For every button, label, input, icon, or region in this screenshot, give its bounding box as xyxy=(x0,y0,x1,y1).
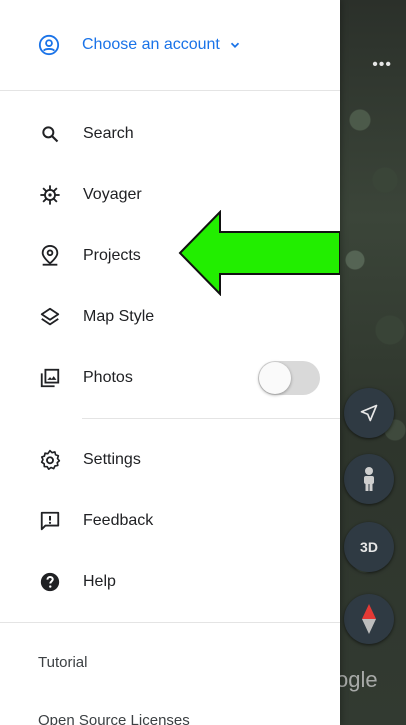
menu-item-feedback[interactable]: Feedback xyxy=(0,490,340,551)
divider xyxy=(82,418,340,419)
open-source-licenses-link[interactable]: Open Source Licenses xyxy=(0,691,340,725)
menu-item-label: Settings xyxy=(83,450,141,468)
toggle-knob xyxy=(259,361,291,394)
search-icon xyxy=(38,122,62,146)
main-menu: Search Voyager Projects Map Style Photos… xyxy=(0,91,340,725)
feedback-icon xyxy=(38,509,62,533)
help-icon xyxy=(38,570,62,594)
account-chooser[interactable]: Choose an account xyxy=(0,0,340,91)
annotation-arrow-icon xyxy=(178,210,340,296)
menu-item-photos[interactable]: Photos xyxy=(0,347,340,408)
menu-item-help[interactable]: Help xyxy=(0,551,340,612)
map-watermark: ogle xyxy=(340,667,378,692)
navigation-drawer: Choose an account Search Voyager Project… xyxy=(0,0,340,725)
account-label: Choose an account xyxy=(82,36,220,53)
menu-item-label: Voyager xyxy=(83,185,142,203)
menu-item-settings[interactable]: Settings xyxy=(0,429,340,490)
tutorial-link[interactable]: Tutorial xyxy=(0,633,340,691)
menu-item-label: Projects xyxy=(83,246,141,264)
compass-button[interactable] xyxy=(344,594,394,644)
menu-item-search[interactable]: Search xyxy=(0,103,340,164)
map-view[interactable]: ••• 3D ogle xyxy=(340,0,406,725)
menu-item-label: Search xyxy=(83,124,134,142)
voyager-wheel-icon xyxy=(38,183,62,207)
menu-item-label: Map Style xyxy=(83,307,155,325)
menu-item-label: Help xyxy=(83,572,116,590)
photos-toggle[interactable] xyxy=(258,360,320,395)
chevron-down-icon xyxy=(228,38,242,52)
locate-button[interactable] xyxy=(344,388,394,438)
photos-icon xyxy=(38,366,62,390)
compass-icon xyxy=(362,604,376,634)
divider xyxy=(0,622,340,623)
projects-pin-icon xyxy=(38,244,62,268)
account-circle-icon xyxy=(38,34,60,56)
3d-toggle-button[interactable]: 3D xyxy=(344,522,394,572)
gear-icon xyxy=(38,448,62,472)
location-arrow-icon xyxy=(360,404,378,422)
pegman-icon xyxy=(364,467,374,491)
street-view-button[interactable] xyxy=(344,454,394,504)
more-options-icon[interactable]: ••• xyxy=(372,56,392,74)
menu-item-label: Feedback xyxy=(83,511,154,529)
menu-item-label: Photos xyxy=(83,368,133,386)
layers-icon xyxy=(38,305,62,329)
